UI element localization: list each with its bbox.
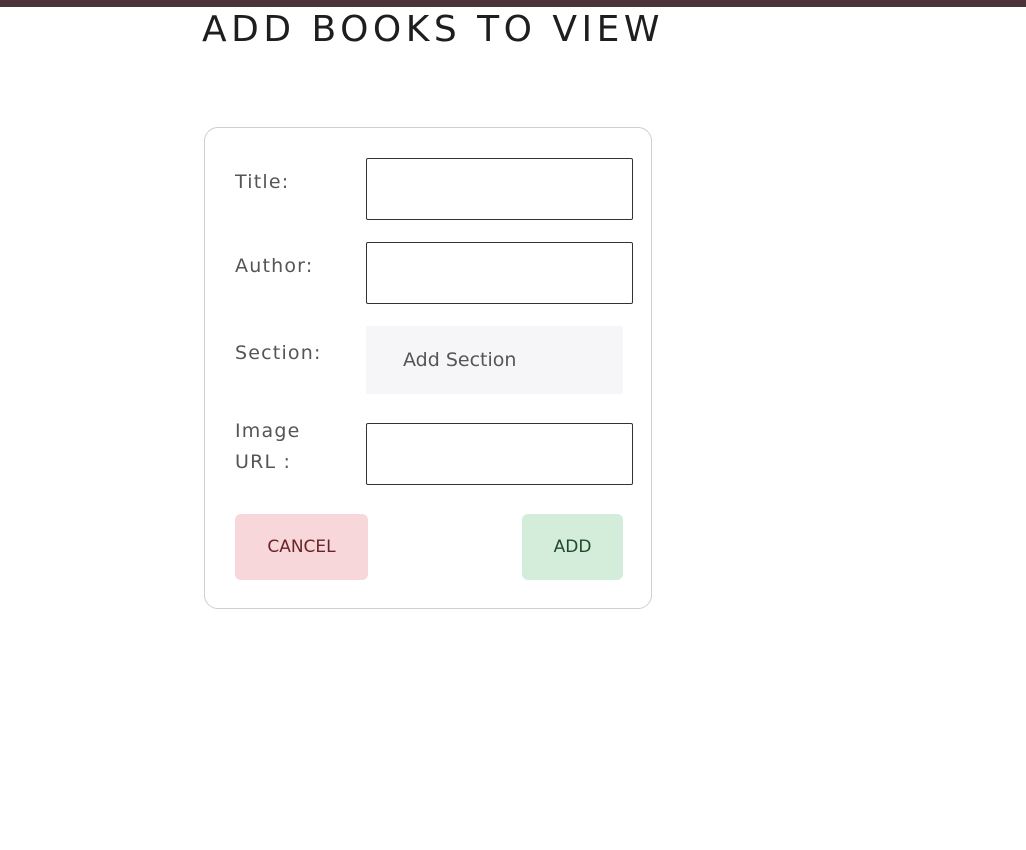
section-select[interactable]: Add Section — [366, 326, 623, 394]
add-button[interactable]: ADD — [522, 514, 623, 580]
image-url-label: Image URL : — [235, 420, 301, 473]
add-book-form: Title: Author: Section: Add Section Imag… — [204, 127, 652, 609]
image-url-input[interactable] — [366, 423, 633, 485]
section-label: Section: — [235, 342, 322, 364]
title-label: Title: — [235, 171, 290, 193]
top-bar — [0, 0, 1026, 7]
title-input[interactable] — [366, 158, 633, 220]
page-title: ADD BOOKS TO VIEW — [202, 9, 665, 50]
author-input[interactable] — [366, 242, 633, 304]
cancel-button[interactable]: CANCEL — [235, 514, 368, 580]
author-label: Author: — [235, 255, 314, 277]
